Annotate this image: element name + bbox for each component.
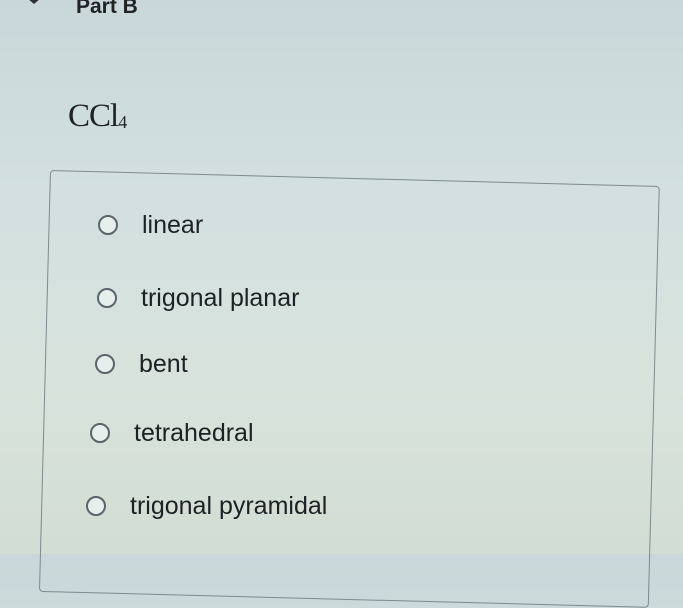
- radio-button-icon[interactable]: [86, 496, 106, 516]
- option-tetrahedral[interactable]: tetrahedral: [90, 416, 254, 450]
- radio-button-icon[interactable]: [90, 423, 110, 443]
- radio-button-icon[interactable]: [97, 288, 117, 308]
- formula-subscript: 4: [118, 112, 127, 132]
- option-label: trigonal planar: [141, 284, 300, 312]
- question-formula: CCl4: [68, 98, 127, 135]
- option-trigonal-pyramidal[interactable]: trigonal pyramidal: [86, 489, 327, 523]
- option-label: bent: [139, 350, 188, 378]
- option-bent[interactable]: bent: [95, 347, 188, 381]
- option-linear[interactable]: linear: [98, 208, 203, 242]
- formula-main: CCl: [68, 98, 119, 134]
- chevron-down-icon[interactable]: [20, 0, 48, 4]
- part-header[interactable]: Part B: [0, 0, 200, 22]
- radio-button-icon[interactable]: [95, 354, 115, 374]
- radio-button-icon[interactable]: [98, 215, 118, 235]
- part-title: Part B: [76, 0, 138, 18]
- option-label: tetrahedral: [134, 419, 254, 447]
- option-trigonal-planar[interactable]: trigonal planar: [97, 281, 299, 315]
- option-label: linear: [142, 211, 204, 239]
- option-label: trigonal pyramidal: [130, 492, 328, 520]
